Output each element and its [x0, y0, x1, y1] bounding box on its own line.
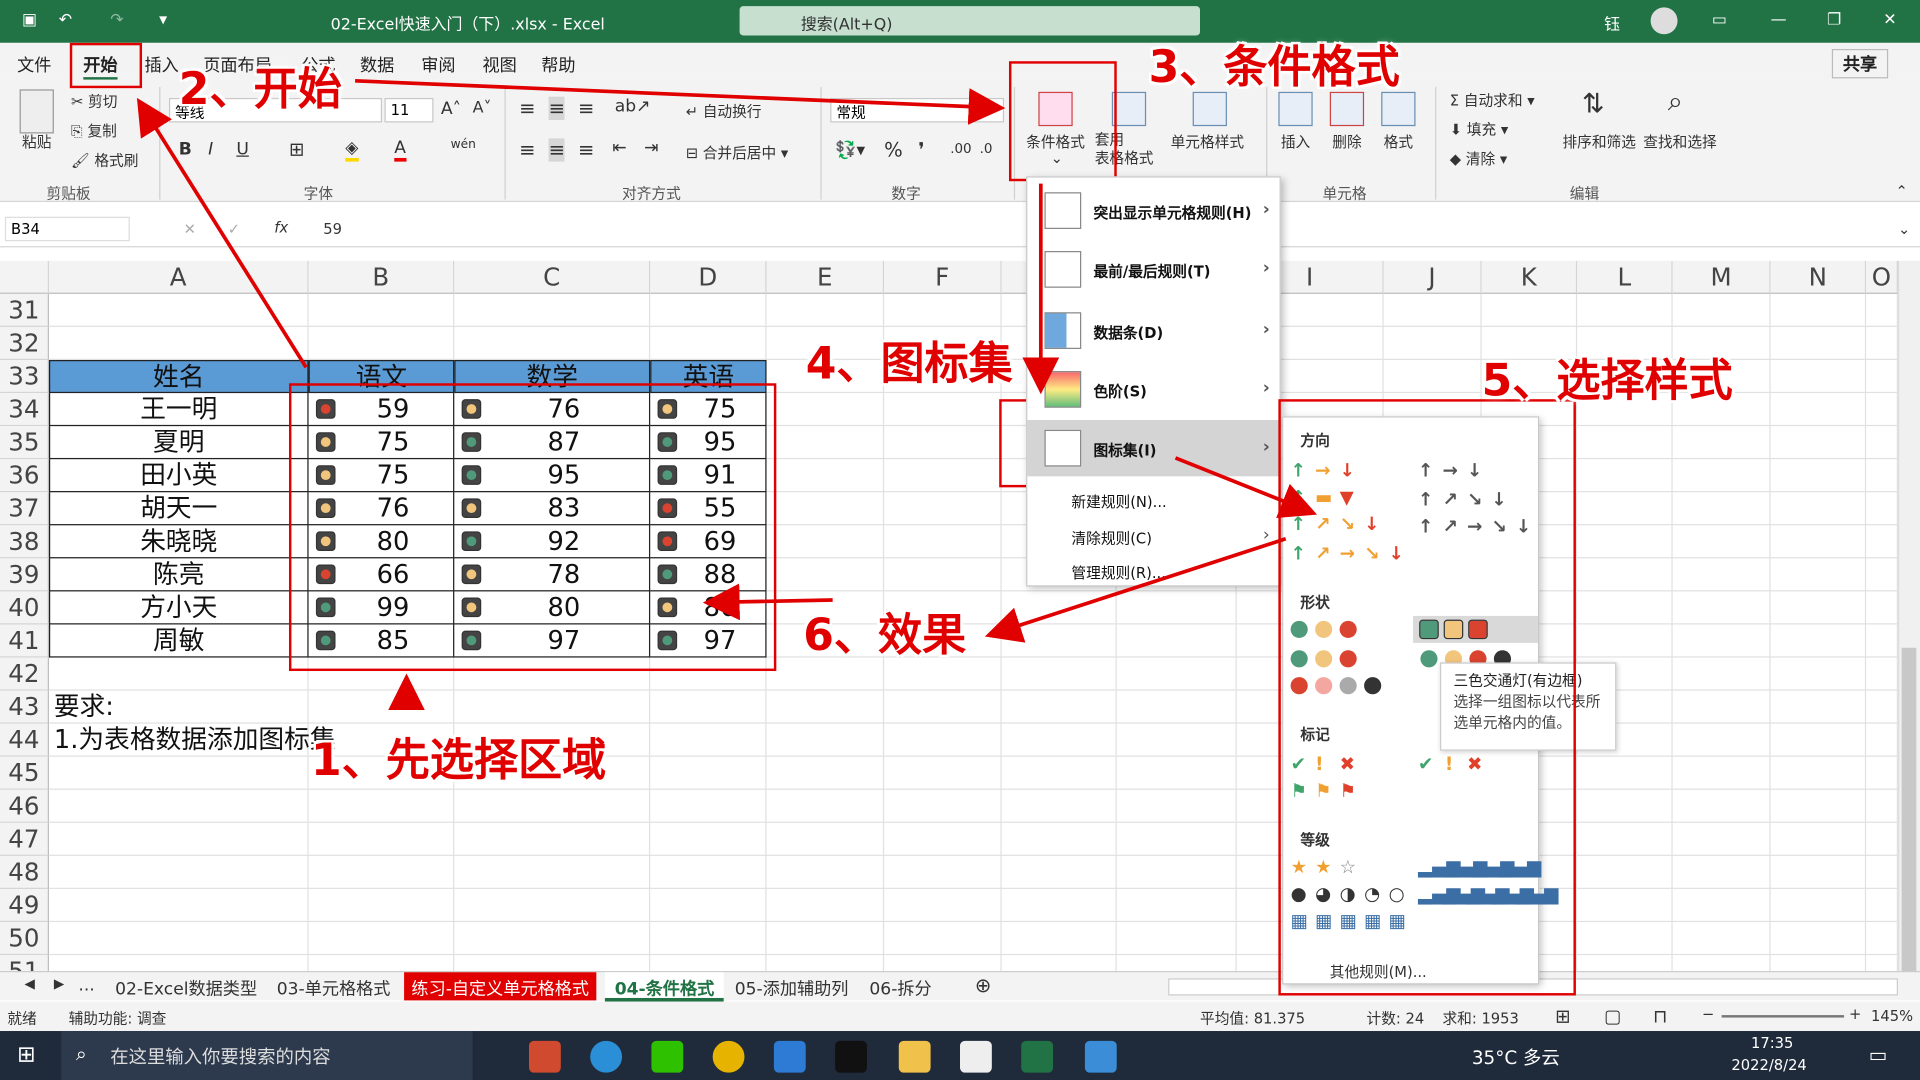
callout-step6: 6、效果	[803, 611, 967, 662]
arrow-to-cf	[355, 78, 1006, 125]
callout-step1: 1、先选择区域	[311, 735, 607, 787]
arrow-to-effect	[984, 537, 1287, 643]
callout-step2: 2、开始	[178, 64, 342, 116]
arrow-to-style	[1174, 456, 1318, 518]
callout-step5: 5、选择样式	[1481, 356, 1733, 407]
annotation-arrows	[136, 78, 1318, 711]
callout-step4: 4、图标集	[805, 339, 1013, 390]
arrow-to-home	[136, 97, 308, 369]
callout-step3: 3、条件格式	[1148, 42, 1400, 94]
